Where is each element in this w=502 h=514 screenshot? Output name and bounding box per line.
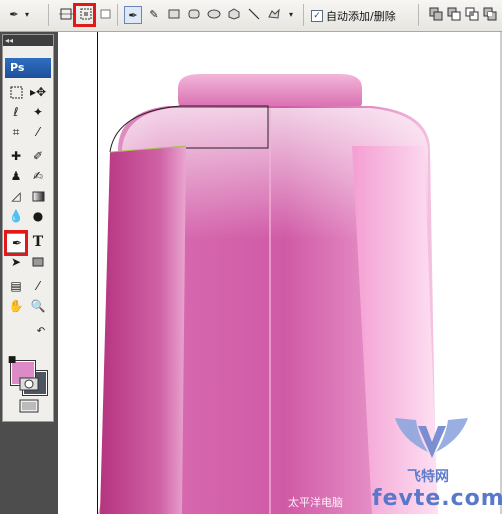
jar-left-panel: [100, 146, 186, 514]
jar-lid: [178, 74, 362, 110]
watermark-site-text: 太平洋电脑: [288, 496, 343, 509]
jar-artwork: [98, 74, 468, 514]
watermark-brand-en: fevte.com: [372, 486, 502, 511]
watermark-brand-cn: 飞特网: [407, 469, 449, 485]
